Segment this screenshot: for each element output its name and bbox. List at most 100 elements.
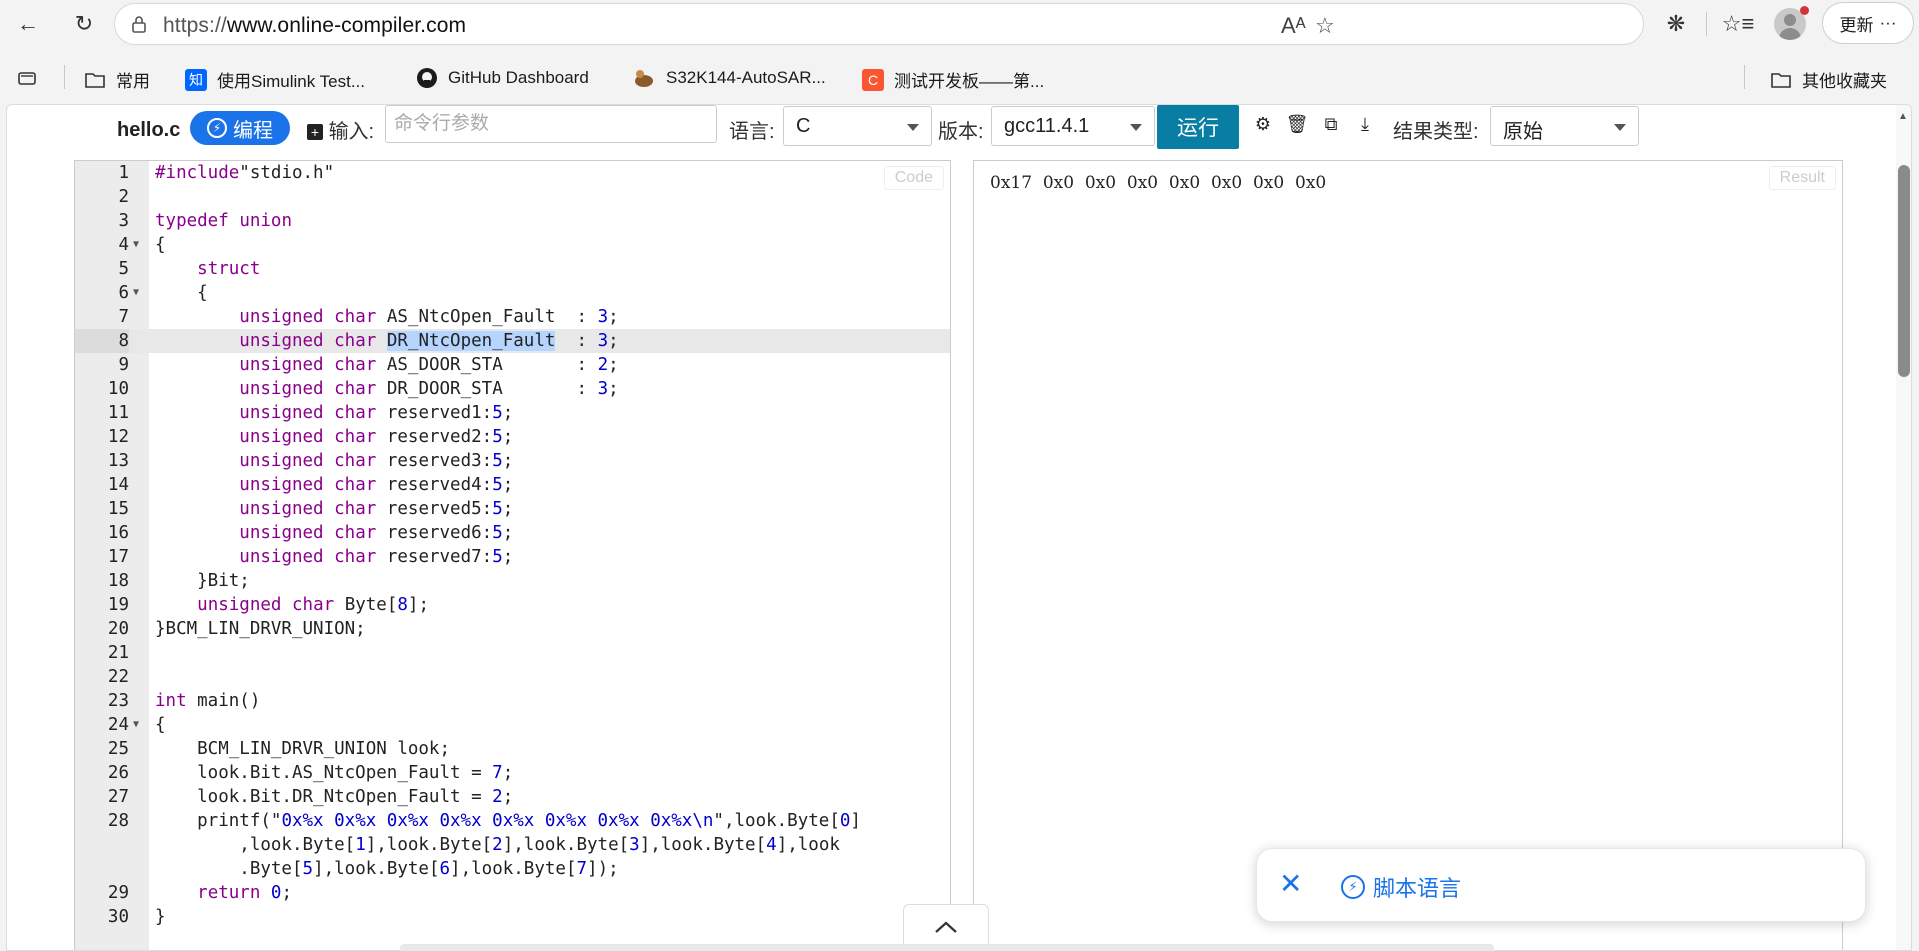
- line-text: unsigned char Byte[8];: [197, 595, 429, 615]
- caret-down-icon: [907, 124, 919, 131]
- code-line[interactable]: 1 #include"stdio.h": [75, 161, 950, 185]
- code-line[interactable]: 25 BCM_LIN_DRVR_UNION look;: [75, 737, 950, 761]
- update-button[interactable]: 更新 ···: [1822, 2, 1914, 44]
- trash-icon[interactable]: 🗑: [1286, 113, 1309, 135]
- code-editor[interactable]: 1 #include"stdio.h" 2 3 typedef union 4 ▼{5 st…: [74, 160, 951, 950]
- download-icon[interactable]: ⤓: [1354, 113, 1376, 135]
- line-text: BCM_LIN_DRVR_UNION look;: [155, 739, 451, 759]
- code-line[interactable]: 10 unsigned char DR_DOOR_STA : 3;: [75, 377, 950, 401]
- copy-icon[interactable]: ⧉: [1320, 113, 1342, 135]
- expand-panel-button[interactable]: [903, 904, 989, 948]
- result-panel[interactable]: 0x17 0x0 0x0 0x0 0x0 0x0 0x0 0x0 Result: [973, 160, 1843, 950]
- version-select[interactable]: gcc11.4.1: [991, 106, 1155, 146]
- settings-gear-icon[interactable]: ⚙: [1252, 113, 1274, 135]
- other-bookmarks[interactable]: 其他收藏夹: [1770, 67, 1887, 92]
- back-icon[interactable]: ←: [10, 6, 46, 42]
- args-input[interactable]: [385, 105, 717, 143]
- favorites-icon[interactable]: ☆≡: [1720, 6, 1756, 42]
- code-line[interactable]: 12 unsigned char reserved2:5;: [75, 425, 950, 449]
- code-line[interactable]: 27 look.Bit.DR_NtcOpen_Fault = 2;: [75, 785, 950, 809]
- line-number: 14: [107, 475, 129, 495]
- fold-toggle-icon[interactable]: ▼: [133, 281, 139, 305]
- read-aloud-icon[interactable]: Aᴬ: [1281, 13, 1306, 39]
- script-language-button[interactable]: ⚡ 脚本语言: [1341, 871, 1461, 903]
- lock-icon[interactable]: [129, 14, 149, 34]
- code-line[interactable]: 16 unsigned char reserved6:5;: [75, 521, 950, 545]
- scroll-up-icon[interactable]: ▲: [1898, 111, 1908, 122]
- bolt-icon: ⚡: [1341, 875, 1365, 899]
- result-output: 0x17 0x0 0x0 0x0 0x0 0x0 0x0 0x0: [990, 173, 1327, 193]
- code-line[interactable]: 21: [75, 641, 950, 665]
- compiler-toolbar: hello.c ⚡ 编程 + 输入: 语言: C 版本: gcc11.4.1 运…: [7, 105, 1887, 160]
- file-name[interactable]: hello.c: [117, 119, 180, 142]
- code-line[interactable]: 15 unsigned char reserved5:5;: [75, 497, 950, 521]
- line-text: {: [155, 235, 166, 255]
- scrollbar-thumb[interactable]: [1898, 165, 1910, 377]
- favorite-star-icon[interactable]: ☆: [1315, 13, 1335, 39]
- code-tag: Code: [883, 166, 944, 190]
- code-line[interactable]: 29 return 0;: [75, 881, 950, 905]
- code-line[interactable]: 30}: [75, 905, 950, 929]
- line-text: unsigned char DR_NtcOpen_Fault : 3;: [239, 331, 619, 351]
- code-line[interactable]: 28 printf("0x%x 0x%x 0x%x 0x%x 0x%x 0x%x…: [75, 809, 950, 881]
- site-icon: [635, 70, 653, 87]
- line-text: return 0;: [197, 883, 293, 903]
- bookmark-s32k144[interactable]: S32K144-AutoSAR...: [632, 67, 826, 89]
- code-line[interactable]: 22: [75, 665, 950, 689]
- line-number: 4: [118, 235, 129, 255]
- bookmark-test-board[interactable]: C 测试开发板——第...: [862, 67, 1044, 92]
- input-label: + 输入:: [307, 115, 374, 144]
- fold-toggle-icon[interactable]: ▼: [133, 713, 139, 737]
- line-number: 25: [107, 739, 129, 759]
- bookmark-github[interactable]: GitHub Dashboard: [416, 67, 589, 89]
- code-line[interactable]: 7 unsigned char AS_NtcOpen_Fault : 3;: [75, 305, 950, 329]
- close-icon[interactable]: ✕: [1279, 869, 1302, 899]
- bolt-icon: ⚡: [207, 118, 227, 138]
- line-text: unsigned char reserved2:5;: [239, 427, 514, 447]
- run-button[interactable]: 运行: [1157, 105, 1239, 149]
- line-number: 18: [107, 571, 129, 591]
- line-text: {: [155, 715, 166, 735]
- code-line[interactable]: 23 int main(): [75, 689, 950, 713]
- code-line[interactable]: 18 }Bit;: [75, 569, 950, 593]
- line-text: }: [155, 907, 166, 927]
- code-line[interactable]: 24 ▼ {: [75, 713, 950, 737]
- url-text[interactable]: https://www.online-compiler.com: [163, 14, 466, 38]
- line-number: 29: [107, 883, 129, 903]
- code-line[interactable]: 14 unsigned char reserved4:5;: [75, 473, 950, 497]
- page-content: hello.c ⚡ 编程 + 输入: 语言: C 版本: gcc11.4.1 运…: [6, 104, 1912, 951]
- code-line[interactable]: 13 unsigned char reserved3:5;: [75, 449, 950, 473]
- bookmark-common[interactable]: 常用: [84, 67, 150, 92]
- code-lines[interactable]: 1 #include"stdio.h" 2 3 typedef union 4 ▼{5 st…: [75, 161, 950, 929]
- line-text: look.Bit.AS_NtcOpen_Fault = 7;: [155, 763, 514, 783]
- code-line[interactable]: 8 unsigned char DR_NtcOpen_Fault : 3;: [75, 329, 950, 353]
- line-number: 24: [107, 715, 129, 735]
- notification-dot: [1800, 6, 1809, 15]
- collections-icon[interactable]: [16, 67, 38, 89]
- code-line[interactable]: 5 struct: [75, 257, 950, 281]
- result-type-select[interactable]: 原始: [1490, 106, 1639, 146]
- line-text: struct: [197, 259, 261, 279]
- line-number: 7: [118, 307, 129, 327]
- code-line[interactable]: 11 unsigned char reserved1:5;: [75, 401, 950, 425]
- code-line[interactable]: 4 ▼ {: [75, 233, 950, 257]
- bookmark-simulink[interactable]: 知 使用Simulink Test...: [185, 67, 365, 92]
- extensions-icon[interactable]: ❋: [1658, 6, 1694, 42]
- result-tag: Result: [1768, 166, 1836, 190]
- line-text: unsigned char reserved4:5;: [239, 475, 514, 495]
- language-select[interactable]: C: [783, 106, 932, 146]
- code-mode-button[interactable]: ⚡ 编程: [190, 111, 290, 145]
- code-line[interactable]: 17 unsigned char reserved7:5;: [75, 545, 950, 569]
- code-line[interactable]: 3 typedef union: [75, 209, 950, 233]
- code-line[interactable]: 19 unsigned char Byte[8];: [75, 593, 950, 617]
- code-line[interactable]: 9 unsigned char AS_DOOR_STA : 2;: [75, 353, 950, 377]
- code-line[interactable]: 20}BCM_LIN_DRVR_UNION;: [75, 617, 950, 641]
- line-number: 11: [107, 403, 129, 423]
- fold-toggle-icon[interactable]: ▼: [133, 233, 139, 257]
- code-line[interactable]: 2: [75, 185, 950, 209]
- code-line[interactable]: 26 look.Bit.AS_NtcOpen_Fault = 7;: [75, 761, 950, 785]
- refresh-icon[interactable]: ↻: [66, 6, 102, 42]
- code-line[interactable]: 6 ▼ {: [75, 281, 950, 305]
- address-bar[interactable]: https://www.online-compiler.com Aᴬ ☆: [114, 3, 1644, 45]
- line-number: 2: [118, 187, 129, 207]
